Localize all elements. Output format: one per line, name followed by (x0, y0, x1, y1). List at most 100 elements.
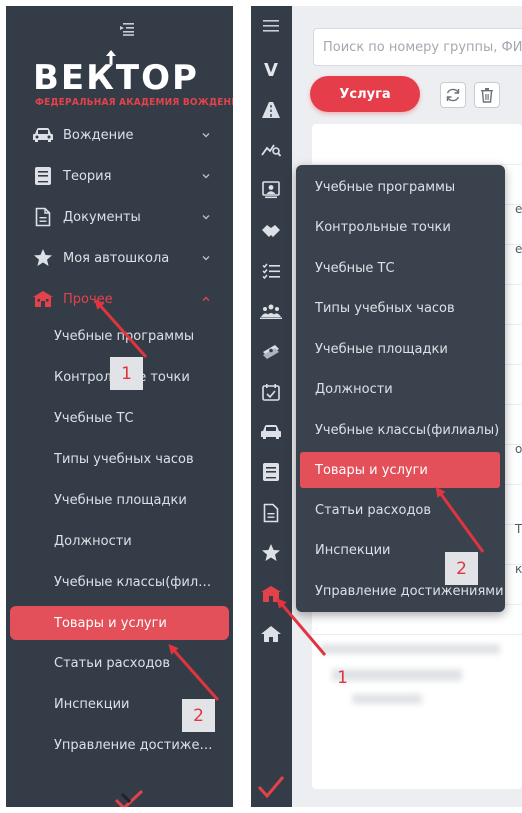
submenu-item-goods-services[interactable]: Товары и услуги (10, 606, 229, 640)
submenu-item-classes[interactable]: Учебные классы(филиалы) (6, 567, 233, 597)
v-logo-icon[interactable]: V (259, 58, 283, 82)
flyout-item-expenses[interactable]: Статьи расходов (296, 493, 505, 527)
table-cell-edge: Т (515, 522, 522, 536)
flyout-item-label: Должности (315, 381, 393, 397)
table-cell-edge: о (515, 442, 522, 456)
menu-item-other[interactable]: Прочее (6, 282, 233, 316)
search-input[interactable] (313, 28, 522, 66)
menu-item-my-school[interactable]: Моя автошкола (6, 241, 233, 275)
flyout-item-positions[interactable]: Должности (296, 372, 505, 406)
money-icon[interactable] (259, 339, 283, 363)
step-badge-1-left: 1 (110, 357, 143, 390)
flyout-item-goods-services[interactable]: Товары и услуги (300, 452, 500, 488)
chevron-down-icon (202, 133, 210, 138)
menu-item-documents[interactable]: Документы (6, 200, 233, 234)
menu-item-label: Документы (63, 209, 141, 225)
home-icon[interactable] (259, 622, 283, 646)
car-icon[interactable] (259, 420, 283, 444)
flyout-item-label: Контрольные точки (315, 219, 451, 235)
checklist-icon[interactable] (259, 259, 283, 283)
submenu-item-label: Типы учебных часов (54, 451, 194, 467)
check-logo-icon (257, 776, 285, 798)
document-icon[interactable] (259, 501, 283, 525)
handshake-icon[interactable] (259, 219, 283, 243)
submenu-item-achievements[interactable]: Управление достижениями (6, 730, 233, 760)
flyout-item-label: Управление достижениями (315, 583, 504, 599)
flyout-item-vehicles[interactable]: Учебные ТС (296, 251, 505, 285)
flyout-item-label: Учебные классы(филиалы) (315, 422, 500, 438)
other-flyout-menu: Учебные программы Контрольные точки Учеб… (296, 165, 505, 612)
vektor-logo: ВЕКТОР ФЕДЕРАЛЬНАЯ АКАДЕМИЯ ВОЖДЕНИЯ (33, 50, 233, 112)
submenu-item-label: Управление достижениями (54, 737, 219, 753)
instructor-icon[interactable] (259, 178, 283, 202)
table-cell-edge: е (515, 202, 522, 216)
flyout-item-label: Статьи расходов (315, 502, 432, 518)
flyout-item-programs[interactable]: Учебные программы (296, 170, 505, 204)
flyout-item-label: Учебные ТС (315, 260, 395, 276)
star-icon[interactable] (259, 541, 283, 565)
logo-subtitle: ФЕДЕРАЛЬНАЯ АКАДЕМИЯ ВОЖДЕНИЯ (35, 97, 233, 108)
chevron-down-icon (202, 215, 210, 220)
refresh-icon (446, 88, 460, 102)
blurred-row (320, 644, 500, 654)
menu-item-driving[interactable]: Вождение (6, 118, 233, 152)
flyout-item-label: Учебные площадки (315, 341, 448, 357)
refresh-button[interactable] (440, 82, 466, 108)
calendar-icon[interactable] (259, 380, 283, 404)
document-icon (32, 207, 54, 227)
submenu-item-label: Должности (54, 533, 132, 549)
table-cell-edge: к (515, 562, 522, 576)
group-icon[interactable] (259, 299, 283, 323)
school-icon (32, 289, 54, 309)
flyout-item-label: Товары и услуги (315, 462, 428, 478)
menu-item-label: Вождение (63, 127, 134, 143)
flyout-item-label: Учебные программы (315, 179, 456, 195)
menu-item-label: Прочее (63, 291, 113, 307)
submenu-item-label: Учебные ТС (54, 410, 134, 426)
step-badge-2-right: 2 (445, 552, 478, 585)
submenu-item-label: Инспекции (54, 696, 130, 712)
road-icon[interactable] (259, 98, 283, 122)
delete-button[interactable] (474, 82, 500, 108)
step-badge-1-right: 1 (337, 667, 348, 688)
icon-rail: V (251, 6, 292, 807)
flyout-item-label: Инспекции (315, 542, 391, 558)
chevron-down-icon (202, 256, 210, 261)
menu-icon[interactable] (259, 14, 283, 38)
left-sidebar: ВЕКТОР ФЕДЕРАЛЬНАЯ АКАДЕМИЯ ВОЖДЕНИЯ Вож… (6, 6, 233, 807)
table-cell-edge: е (515, 242, 522, 256)
add-service-button[interactable]: Услуга (310, 76, 420, 112)
submenu-item-positions[interactable]: Должности (6, 526, 233, 556)
submenu-item-expenses[interactable]: Статьи расходов (6, 648, 233, 678)
submenu-item-hour-types[interactable]: Типы учебных часов (6, 444, 233, 474)
flyout-item-classes[interactable]: Учебные классы(филиалы) (296, 413, 505, 447)
check-logo-icon (114, 790, 144, 807)
menu-item-theory[interactable]: Теория (6, 159, 233, 193)
flyout-item-grounds[interactable]: Учебные площадки (296, 332, 505, 366)
star-icon (32, 248, 54, 268)
blurred-row (352, 694, 422, 704)
school-icon[interactable] (259, 582, 283, 606)
flyout-item-checkpoints[interactable]: Контрольные точки (296, 210, 505, 244)
flyout-item-label: Типы учебных часов (315, 300, 455, 316)
chart-icon[interactable] (259, 138, 283, 162)
step-badge-2-left: 2 (182, 699, 215, 732)
book-icon[interactable] (259, 460, 283, 484)
chevron-down-icon (202, 174, 210, 179)
submenu-item-label: Учебные площадки (54, 492, 187, 508)
flyout-item-hour-types[interactable]: Типы учебных часов (296, 291, 505, 325)
submenu-item-label: Учебные классы(филиалы) (54, 574, 214, 590)
logo-word: ВЕКТОР (33, 58, 199, 98)
menu-item-label: Моя автошкола (63, 250, 170, 266)
submenu-item-grounds[interactable]: Учебные площадки (6, 485, 233, 515)
book-icon (32, 166, 54, 186)
submenu-item-label: Товары и услуги (54, 615, 167, 631)
collapse-menu-icon[interactable] (119, 22, 135, 36)
submenu-item-label: Статьи расходов (54, 655, 171, 671)
car-icon (32, 125, 54, 145)
submenu-item-programs[interactable]: Учебные программы (6, 321, 233, 351)
submenu-item-vehicles[interactable]: Учебные ТС (6, 403, 233, 433)
menu-item-label: Теория (63, 168, 112, 184)
submenu-item-label: Учебные программы (54, 328, 195, 344)
trash-icon (481, 88, 493, 103)
